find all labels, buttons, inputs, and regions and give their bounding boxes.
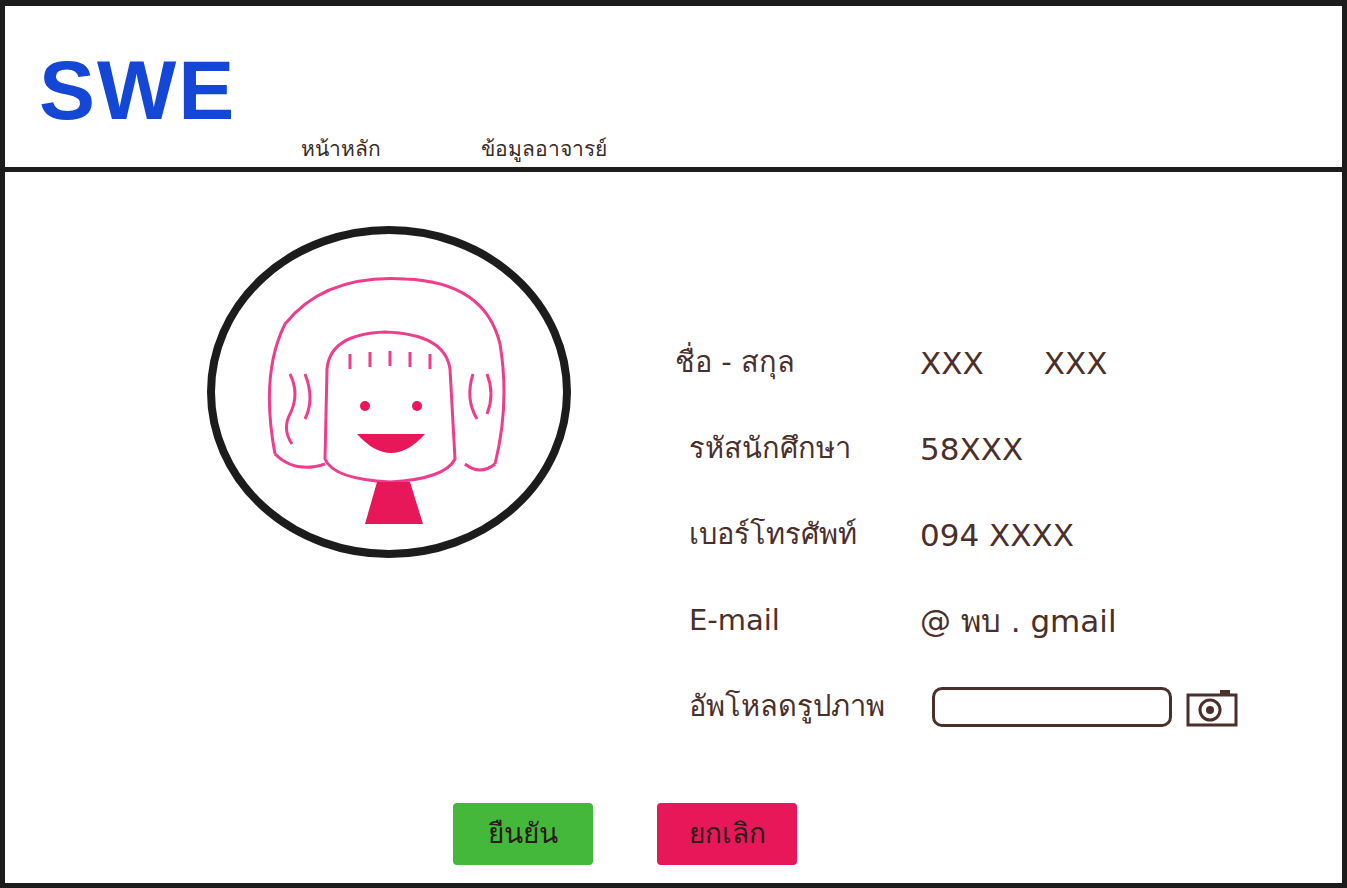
avatar [5, 172, 577, 803]
profile-content: ชื่อ - สกุลXXXXXXรหัสนักศึกษา58XXXเบอร์โ… [5, 172, 1342, 803]
field-value: 094 XXXX [920, 512, 1074, 559]
field-label: รหัสนักศึกษา [675, 427, 920, 471]
nav-link[interactable]: หน้าหลัก [301, 134, 381, 166]
profile-field: E-mail@ พบ . gmail [675, 595, 1238, 647]
profile-form: ชื่อ - สกุลXXXXXXรหัสนักศึกษา58XXXเบอร์โ… [675, 172, 1238, 803]
upload-field: อัพโหลดรูปภาพ [675, 681, 1238, 733]
value-part: @ พบ . gmail [920, 598, 1117, 645]
nav-link[interactable]: ข้อมูลอาจารย์ [481, 134, 607, 166]
upload-input[interactable] [932, 687, 1172, 727]
field-value: 58XXX [920, 426, 1023, 473]
profile-field: ชื่อ - สกุลXXXXXX [675, 337, 1238, 389]
value-part: 094 XXXX [920, 512, 1074, 559]
cancel-button[interactable]: ยกเลิก [657, 803, 797, 865]
field-label: E-mail [675, 599, 920, 643]
button-bar: ยืนยัน ยกเลิก [5, 803, 1342, 883]
logo[interactable]: SWE [39, 48, 1342, 132]
field-label: เบอร์โทรศัพท์ [675, 513, 920, 557]
profile-field: รหัสนักศึกษา58XXX [675, 423, 1238, 475]
value-part: XXX [920, 340, 984, 387]
header: SWEหน้าหลัก ข้อมูลอาจารย์ [5, 6, 1342, 172]
confirm-button[interactable]: ยืนยัน [453, 803, 593, 865]
main-nav: หน้าหลัก ข้อมูลอาจารย์ [301, 134, 607, 166]
main-area: ชื่อ - สกุลXXXXXXรหัสนักศึกษา58XXXเบอร์โ… [5, 172, 1342, 883]
field-label: ชื่อ - สกุล [675, 341, 920, 385]
field-value: XXX XXX [920, 340, 1107, 387]
avatar-icon [205, 224, 577, 564]
value-part: 58XXX [920, 426, 1023, 473]
upload-label: อัพโหลดรูปภาพ [675, 685, 920, 729]
field-value: @ พบ . gmail [920, 598, 1117, 645]
value-part: XXX [1044, 340, 1108, 387]
profile-field: เบอร์โทรศัพท์094 XXXX [675, 509, 1238, 561]
page-frame: SWEหน้าหลักข้อมูลอาจารย์ชื่อ - สกุลXXXXX… [0, 0, 1347, 888]
camera-icon[interactable] [1186, 687, 1238, 727]
